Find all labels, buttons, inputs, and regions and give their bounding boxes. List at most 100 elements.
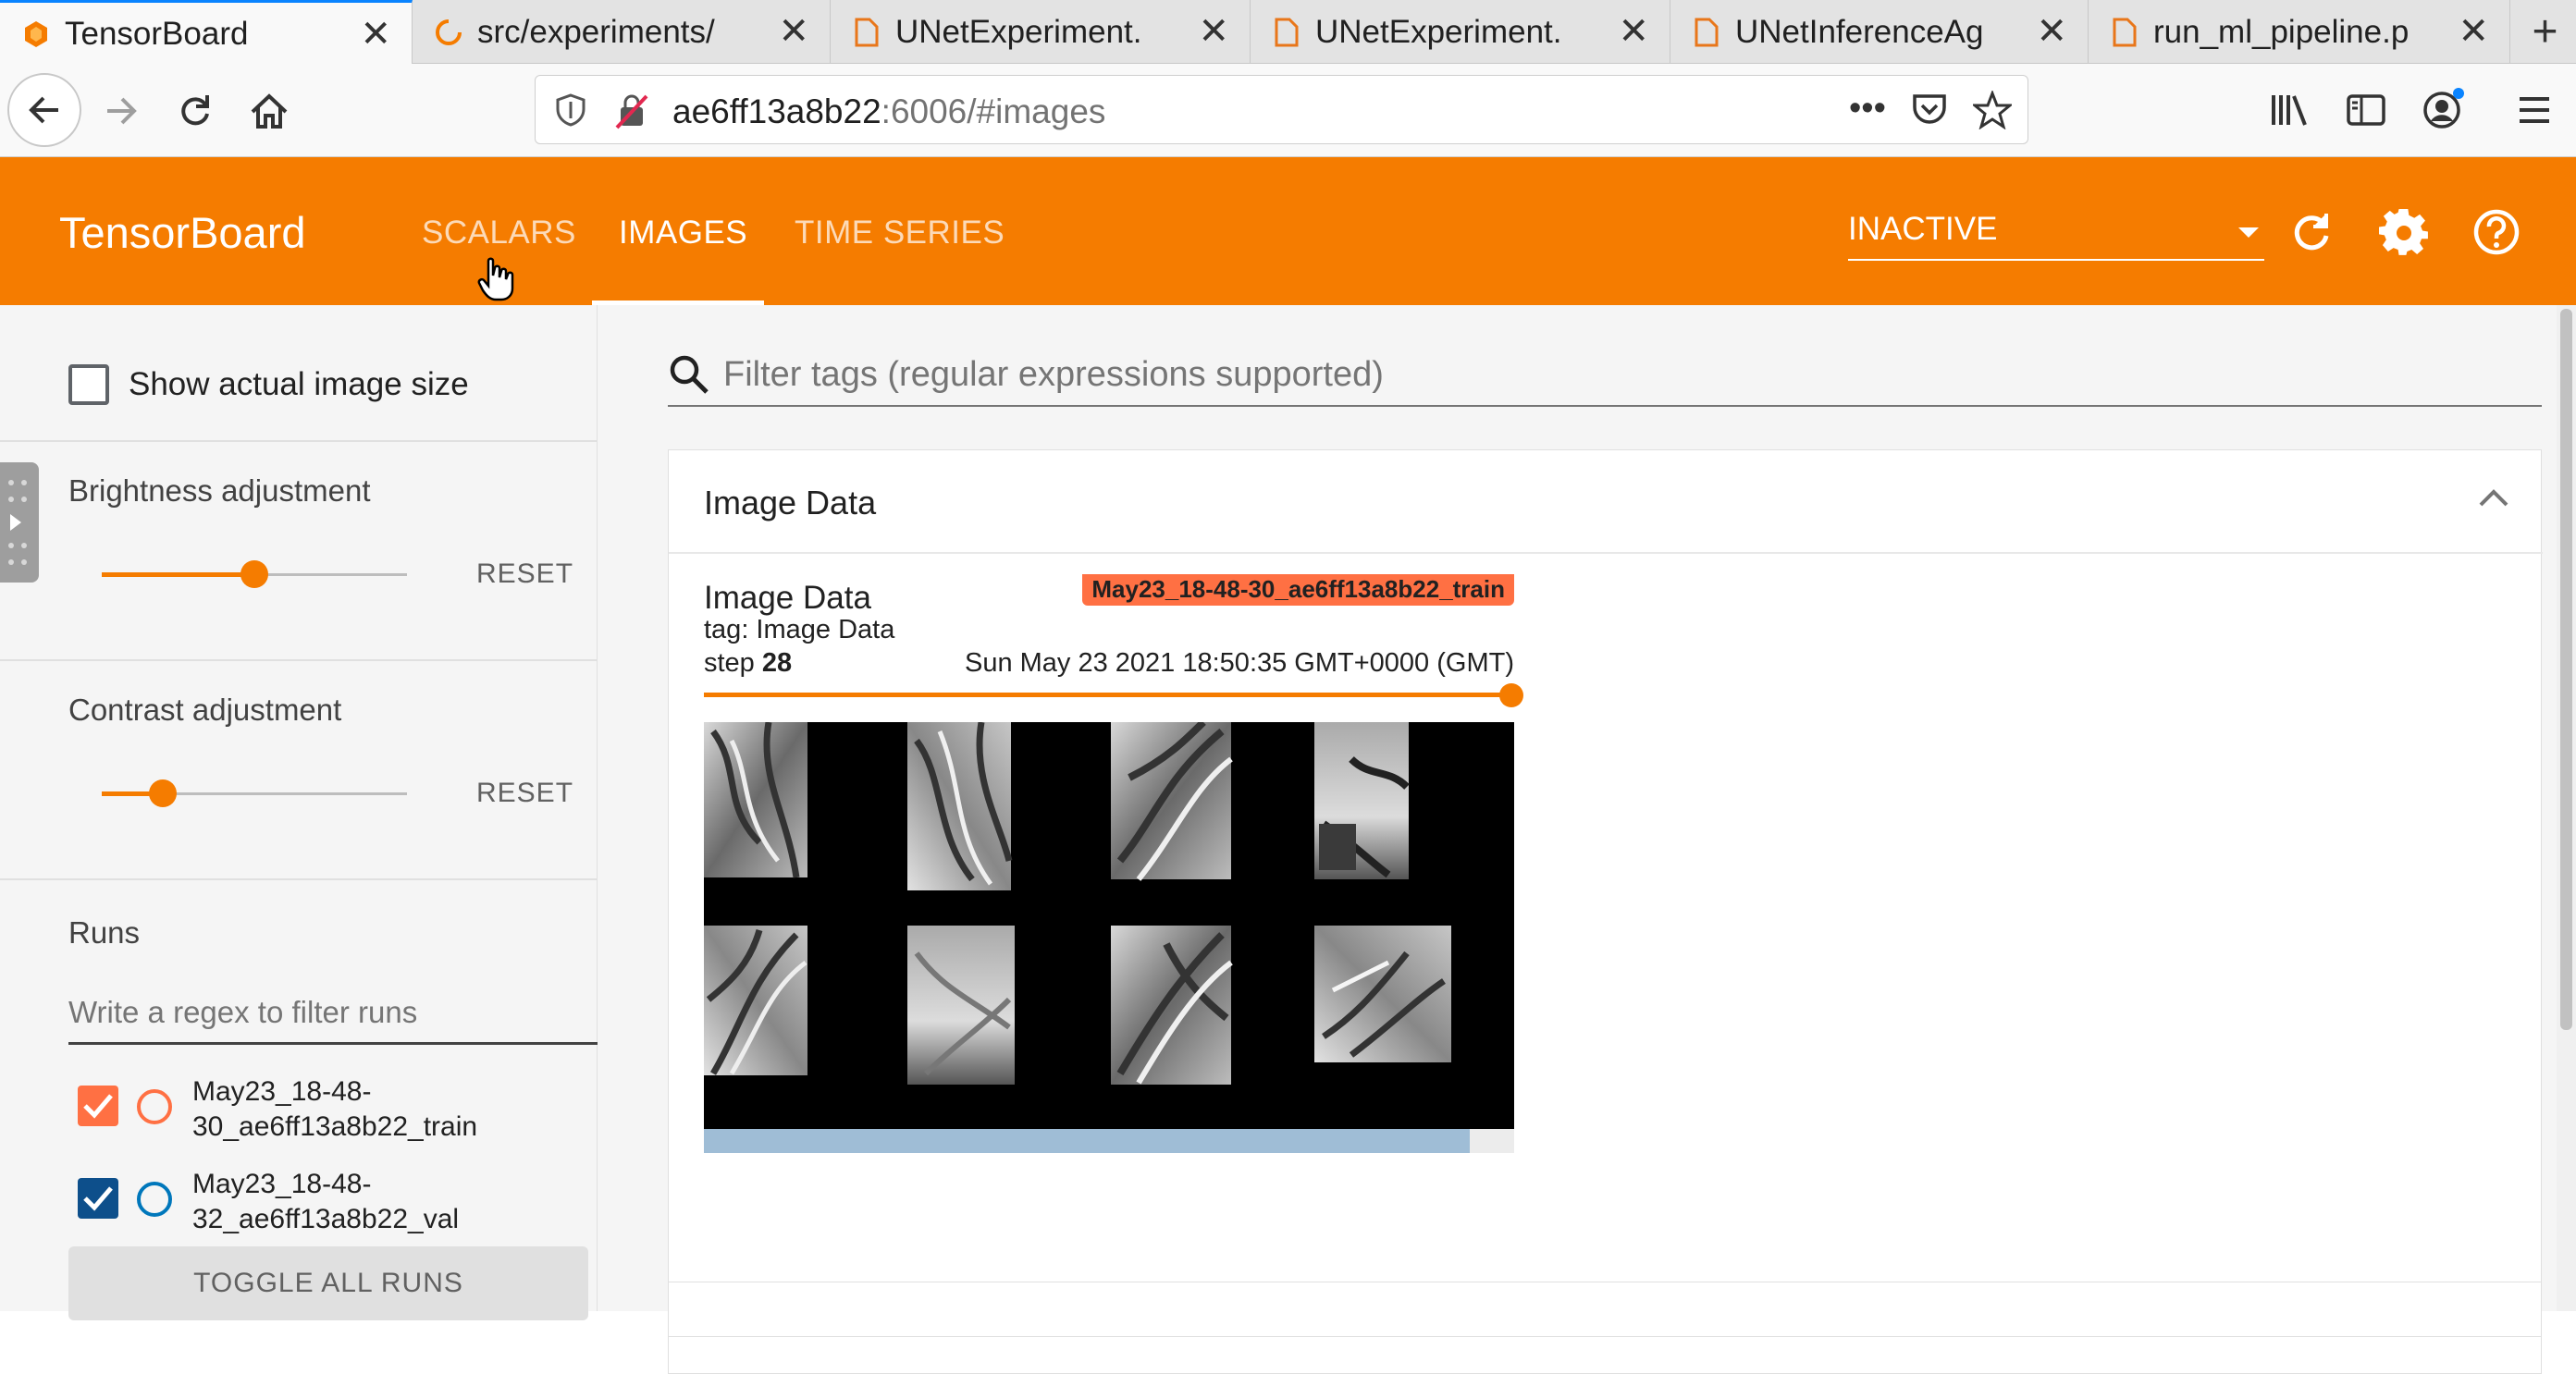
image-grid: [704, 722, 1514, 1129]
run-badge: May23_18-48-30_ae6ff13a8b22_train: [1082, 574, 1514, 606]
settings-button[interactable]: [2375, 203, 2433, 261]
page-vertical-scrollbar[interactable]: [2557, 305, 2576, 1311]
browser-tab-unetinference[interactable]: UNetInferenceAg ✕: [1670, 0, 2089, 64]
tab-title: UNetInferenceAg: [1735, 13, 1984, 50]
run-train-radio[interactable]: [137, 1089, 172, 1124]
image-card-step: step 28: [704, 648, 792, 679]
contrast-reset-button[interactable]: RESET: [476, 778, 573, 809]
gear-icon: [2379, 208, 2428, 255]
close-icon[interactable]: ✕: [2458, 11, 2489, 52]
toggle-all-runs-button[interactable]: TOGGLE ALL RUNS: [68, 1246, 588, 1320]
tag-filter-placeholder: Filter tags (regular expressions support…: [723, 355, 1384, 394]
runs-filter-placeholder: Write a regex to filter runs: [68, 995, 418, 1029]
refresh-icon: [2294, 214, 2329, 251]
tag-filter-input[interactable]: Filter tags (regular expressions support…: [668, 344, 2542, 407]
brightness-reset-button[interactable]: RESET: [476, 558, 573, 590]
browser-tab-run-ml-pipeline[interactable]: run_ml_pipeline.p ✕: [2089, 0, 2510, 64]
plugin-selector-dropdown[interactable]: INACTIVE: [1848, 209, 2264, 261]
sidebar-toggle-icon[interactable]: [2346, 92, 2386, 133]
next-section-card: [668, 1282, 2542, 1337]
mri-tile: [1314, 722, 1410, 879]
browser-tab-experiments[interactable]: src/experiments/ ✕: [413, 0, 831, 64]
help-button[interactable]: [2468, 203, 2525, 261]
insecure-lock-icon: [613, 92, 650, 134]
tab-title: run_ml_pipeline.p: [2153, 13, 2410, 50]
plugin-selector-label: INACTIVE: [1848, 211, 1998, 247]
loading-icon: [433, 17, 464, 48]
home-button[interactable]: [240, 82, 298, 140]
pocket-icon[interactable]: [1910, 91, 1949, 132]
reload-button[interactable]: [166, 82, 224, 140]
checkmark-icon: [83, 1094, 113, 1119]
brightness-slider-thumb[interactable]: [240, 560, 268, 588]
sidebar-collapse-handle[interactable]: [0, 462, 39, 583]
browser-tab-unetexperiment-2[interactable]: UNetExperiment. ✕: [1251, 0, 1670, 64]
scrollbar-thumb[interactable]: [704, 1129, 1470, 1153]
main-content: Filter tags (regular expressions support…: [598, 305, 2576, 1374]
run-val-radio[interactable]: [137, 1182, 172, 1217]
runs-label: Runs: [68, 915, 141, 950]
forward-button[interactable]: [92, 82, 150, 140]
close-icon[interactable]: ✕: [1198, 11, 1229, 52]
contrast-slider-thumb[interactable]: [149, 779, 177, 807]
show-actual-size-section: Show actual image size: [0, 305, 598, 442]
scrollbar-thumb[interactable]: [2560, 309, 2572, 1030]
step-slider-thumb[interactable]: [1499, 683, 1523, 707]
back-button[interactable]: [7, 73, 81, 147]
page-icon: [2109, 17, 2140, 48]
page-icon: [1271, 17, 1302, 48]
browser-tab-tensorboard[interactable]: TensorBoard ✕: [0, 0, 413, 65]
chevron-down-icon: [2238, 227, 2259, 238]
show-actual-size-checkbox[interactable]: [68, 364, 109, 405]
section-header[interactable]: Image Data: [669, 450, 2543, 554]
mri-tile: [1111, 722, 1233, 881]
tab-title: src/experiments/: [477, 13, 715, 50]
brightness-section: Brightness adjustment RESET: [0, 442, 598, 661]
tab-time-series[interactable]: TIME SERIES: [795, 215, 1005, 251]
close-icon[interactable]: ✕: [778, 11, 809, 52]
section-title: Image Data: [704, 484, 877, 521]
search-icon: [668, 353, 710, 400]
url-bar[interactable]: ae6ff13a8b22:6006/#images •••: [535, 75, 2028, 144]
browser-tab-unetexperiment-1[interactable]: UNetExperiment. ✕: [831, 0, 1251, 64]
show-actual-size-label: Show actual image size: [129, 366, 469, 402]
checkmark-icon: [83, 1186, 113, 1211]
arrow-left-icon: [29, 96, 58, 124]
step-label: step: [704, 648, 755, 678]
help-icon: [2473, 209, 2520, 255]
step-slider[interactable]: [704, 693, 1514, 697]
app-title: TensorBoard: [59, 208, 306, 257]
tab-scalars[interactable]: SCALARS: [422, 215, 576, 251]
tab-title: UNetExperiment.: [895, 13, 1142, 50]
image-data-section: Image Data May23_18-48-30_ae6ff13a8b22_t…: [668, 449, 2543, 1374]
browser-nav-bar: ae6ff13a8b22:6006/#images •••: [0, 64, 2576, 157]
url-host: ae6ff13a8b22: [672, 92, 881, 130]
run-val-checkbox[interactable]: [78, 1178, 118, 1219]
new-tab-button[interactable]: +: [2514, 0, 2576, 64]
image-horizontal-scrollbar[interactable]: [704, 1129, 1514, 1153]
image-card-tag: tag: Image Data: [704, 615, 895, 644]
image-grid-canvas: [704, 722, 1451, 1085]
refresh-button[interactable]: [2283, 203, 2340, 261]
account-icon[interactable]: [2422, 86, 2466, 135]
close-icon[interactable]: ✕: [1618, 11, 1649, 52]
run-train-checkbox[interactable]: [78, 1086, 118, 1126]
tab-title: UNetExperiment.: [1315, 13, 1562, 50]
chevron-up-icon[interactable]: [2478, 487, 2509, 512]
menu-icon[interactable]: [2514, 92, 2555, 133]
close-icon[interactable]: ✕: [2036, 11, 2067, 52]
image-card-date: Sun May 23 2021 18:50:35 GMT+0000 (GMT): [964, 648, 1514, 678]
url-path: :6006/#images: [881, 92, 1106, 130]
bookmark-star-icon[interactable]: [1970, 89, 2015, 134]
mri-tile: [1111, 926, 1233, 1085]
runs-filter-input[interactable]: Write a regex to filter runs: [68, 986, 598, 1045]
more-actions-icon[interactable]: •••: [1849, 89, 1886, 129]
mri-tile: [907, 722, 1013, 890]
tensorboard-header: TensorBoard SCALARS IMAGES TIME SERIES I…: [0, 157, 2576, 305]
image-card-title: Image Data: [704, 580, 871, 616]
drag-handle-icon: [8, 480, 27, 565]
shield-icon: [554, 92, 587, 132]
tab-images[interactable]: IMAGES: [619, 215, 747, 251]
close-icon[interactable]: ✕: [360, 14, 391, 55]
library-icon[interactable]: [2270, 92, 2311, 133]
